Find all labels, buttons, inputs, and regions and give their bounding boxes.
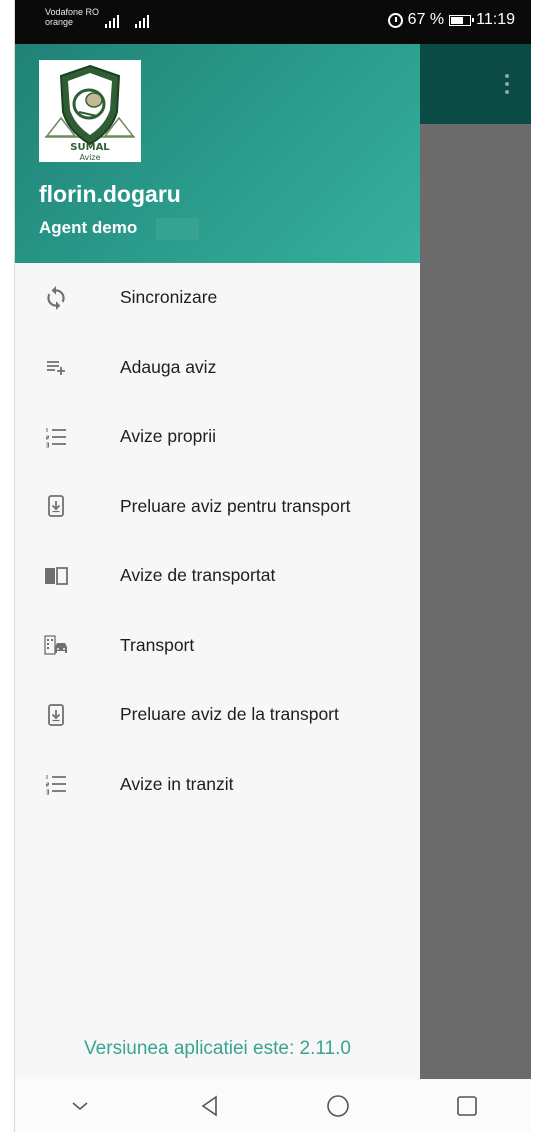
download-device-icon (39, 489, 73, 523)
menu-label: Preluare aviz de la transport (120, 704, 339, 725)
user-role: Agent demo (39, 218, 138, 237)
numbered-list-icon (39, 420, 73, 454)
left-margin (0, 0, 15, 1132)
redacted-area (156, 218, 199, 240)
app-version: Versiunea aplicatiei este: 2.11.0 (84, 1038, 351, 1059)
menu-item-adauga-aviz[interactable]: Adauga aviz (15, 333, 420, 403)
alarm-icon (387, 12, 403, 28)
signal-icon (135, 14, 149, 28)
numbered-list-icon (39, 767, 73, 801)
phone-screen: Vodafone RO orange 67 % 11:19 SUMAL Aviz… (0, 0, 533, 1132)
logo-text-sumal: SUMAL (70, 142, 110, 153)
download-device-icon (39, 698, 73, 732)
menu-label: Avize in tranzit (120, 773, 234, 794)
status-right: 67 % 11:19 (387, 11, 515, 29)
sync-icon (39, 281, 73, 315)
drawer-scrim[interactable] (420, 124, 531, 1079)
status-bar: Vodafone RO orange 67 % 11:19 (15, 0, 531, 44)
user-name: florin.dogaru (39, 181, 181, 207)
menu-label: Preluare aviz pentru transport (120, 495, 351, 516)
app-toolbar (420, 44, 531, 124)
drawer-header: SUMAL Avize florin.dogaru Agent demo (15, 44, 420, 263)
clock: 11:19 (476, 11, 515, 28)
menu-item-avize-de-transportat[interactable]: Avize de transportat (15, 541, 420, 611)
menu-label: Transport (120, 634, 195, 655)
menu-item-avize-proprii[interactable]: Avize proprii (15, 402, 420, 472)
navigation-drawer: SUMAL Avize florin.dogaru Agent demo Sin… (15, 44, 420, 1079)
carrier-name: Vodafone RO (45, 7, 100, 17)
battery-percent: 67 % (407, 11, 445, 28)
playlist-add-icon (39, 350, 73, 384)
menu-item-preluare-aviz-pentru-transport[interactable]: Preluare aviz pentru transport (15, 472, 420, 542)
carrier-info: Vodafone RO orange (45, 7, 99, 27)
book-icon (39, 559, 73, 593)
menu-item-avize-in-tranzit[interactable]: Avize in tranzit (15, 750, 420, 820)
logo-text-avize: Avize (79, 153, 100, 162)
menu-label: Sincronizare (120, 287, 218, 308)
battery-icon (449, 14, 475, 26)
system-navigation-bar (15, 1079, 531, 1132)
overflow-menu-icon[interactable] (505, 74, 509, 94)
menu-item-sincronizare[interactable]: Sincronizare (15, 263, 420, 333)
app-logo: SUMAL Avize (39, 60, 141, 162)
carrier-name-secondary: orange (45, 17, 74, 27)
home-icon[interactable] (308, 1086, 368, 1126)
menu-label: Avize de transportat (120, 565, 276, 586)
menu-label: Avize proprii (120, 426, 216, 447)
drawer-menu: Sincronizare Adauga aviz Avize proprii P… (15, 263, 420, 819)
chevron-down-icon[interactable] (50, 1086, 110, 1126)
menu-item-preluare-aviz-de-la-transport[interactable]: Preluare aviz de la transport (15, 680, 420, 750)
menu-item-transport[interactable]: Transport (15, 611, 420, 681)
signal-icon (105, 14, 119, 28)
menu-label: Adauga aviz (120, 356, 217, 377)
building-car-icon (39, 628, 73, 662)
recents-icon[interactable] (437, 1086, 497, 1126)
back-icon[interactable] (179, 1086, 239, 1126)
